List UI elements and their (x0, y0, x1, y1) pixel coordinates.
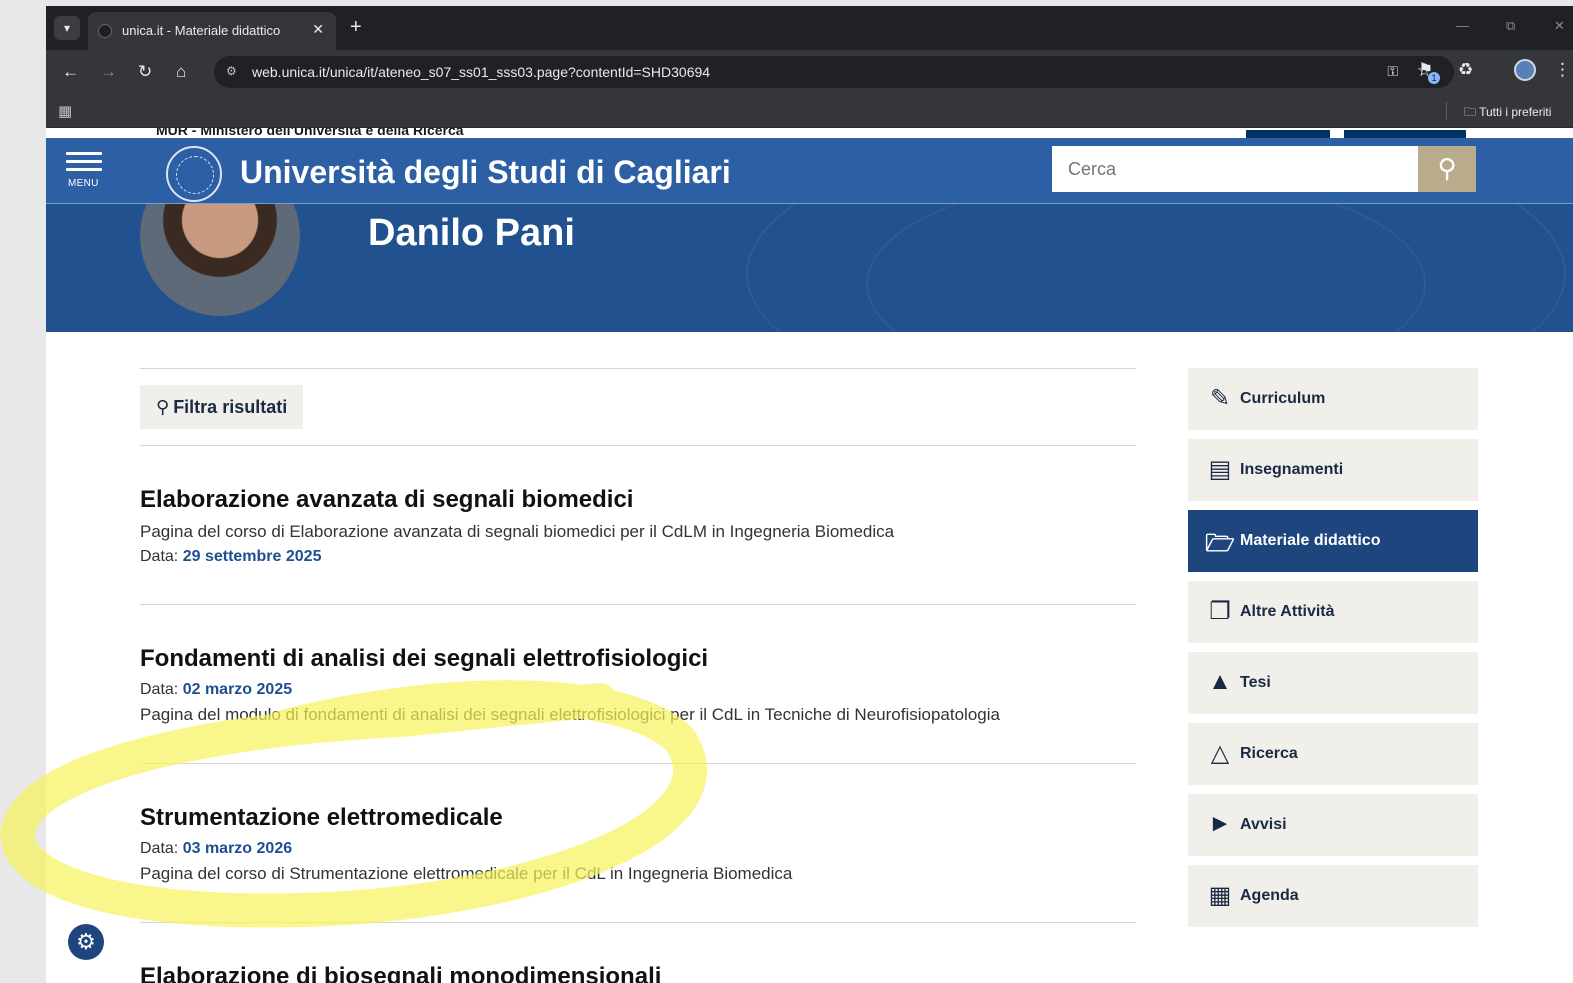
flask-icon: △ (1210, 740, 1230, 767)
extension-badge: 1 (1428, 72, 1440, 84)
back-icon[interactable]: ← (62, 62, 79, 82)
date-value: 03 marzo 2026 (182, 840, 293, 857)
university-seal-logo[interactable] (166, 146, 222, 202)
sidebar-item-altre-attivita[interactable]: ❐ Altre Attività (1188, 581, 1478, 643)
item-description: Pagina del corso di Strumentazione elett… (140, 864, 793, 883)
menu-label: MENU (68, 178, 99, 189)
calendar-icon: ▦ (1208, 882, 1232, 909)
home-icon[interactable]: ⌂ (176, 62, 186, 82)
item-title[interactable]: Elaborazione avanzata di segnali biomedi… (140, 486, 1136, 514)
item-date: Data: 02 marzo 2025 (140, 681, 1136, 699)
minimize-icon[interactable]: — (1456, 18, 1469, 33)
materials-list: ⚲ Filtra risultati Elaborazione avanzata … (140, 368, 1136, 983)
apps-grid-icon[interactable]: ▦ (58, 102, 72, 120)
hamburger-line (66, 152, 102, 155)
date-label: Data: (140, 840, 179, 857)
bookmarks-separator (1446, 102, 1447, 120)
accessibility-settings-button[interactable]: ⚙ (68, 924, 104, 960)
close-tab-icon[interactable]: ✕ (312, 21, 324, 38)
site-header: MENU Università degli Studi di Cagliari … (46, 138, 1573, 204)
sidebar-item-label: Materiale didattico (1240, 532, 1381, 549)
tab-bar: ▾ unica.it - Materiale didattico ✕ + — ⧉… (46, 6, 1573, 50)
item-date: Data: 29 settembre 2025 (140, 548, 1136, 566)
address-bar[interactable]: ⚙ web.unica.it/unica/it/ateneo_s07_ss01_… (214, 56, 1454, 88)
sidebar-item-label: Ricerca (1240, 745, 1298, 762)
date-value: 02 marzo 2025 (182, 681, 293, 698)
university-name[interactable]: Università degli Studi di Cagliari (240, 154, 731, 191)
sidebar-item-tesi[interactable]: ▲ Tesi (1188, 652, 1478, 714)
profile-hero: Danilo Pani (46, 204, 1573, 332)
sidebar-item-label: Agenda (1240, 887, 1299, 904)
filter-label: Filtra risultati (173, 397, 288, 417)
sidebar-item-label: Altre Attività (1240, 603, 1335, 620)
reload-icon[interactable]: ↻ (138, 62, 152, 82)
date-label: Data: (140, 681, 179, 698)
sidebar-item-label: Insegnamenti (1240, 461, 1344, 478)
sidebar-item-insegnamenti[interactable]: ▤ Insegnamenti (1188, 439, 1478, 501)
date-label: Data: (140, 548, 179, 565)
mur-link[interactable]: MUR - Ministero dell'Università e della … (156, 128, 464, 138)
search-button[interactable]: ⚲ (1418, 146, 1476, 192)
search-icon: ⚲ (1437, 153, 1457, 183)
new-tab-icon[interactable]: + (350, 16, 362, 39)
menu-button[interactable]: MENU (66, 152, 102, 189)
divider (140, 368, 1136, 369)
sidebar-item-agenda[interactable]: ▦ Agenda (1188, 865, 1478, 927)
forward-icon[interactable]: → (100, 62, 117, 82)
item-description: Pagina del modulo di fondamenti di anali… (140, 705, 1000, 724)
active-tab[interactable]: unica.it - Materiale didattico ✕ (88, 12, 336, 50)
person-name: Danilo Pani (368, 212, 575, 254)
restore-icon[interactable]: ⧉ (1506, 18, 1515, 34)
profile-photo (140, 204, 300, 316)
bookmarks-bar: ▦ 🗀 Tutti i preferiti (46, 94, 1573, 128)
item-title[interactable]: Fondamenti di analisi dei segnali elettr… (140, 645, 1136, 673)
sidebar-item-ricerca[interactable]: △ Ricerca (1188, 723, 1478, 785)
item-title[interactable]: Strumentazione elettromedicale (140, 804, 1136, 832)
gear-icon: ⚙ (76, 929, 96, 954)
list-item: Fondamenti di analisi dei segnali elettr… (140, 605, 1136, 763)
sidebar-item-label: Tesi (1240, 674, 1271, 691)
extensions-puzzle-icon[interactable]: ♻ (1458, 60, 1473, 80)
seal-watermark-inner (866, 204, 1426, 332)
book-icon: ▤ (1208, 456, 1232, 483)
sidebar-item-materiale-didattico[interactable]: 🗁 Materiale didattico (1188, 510, 1478, 572)
sidebar-item-curriculum[interactable]: ✎ Curriculum (1188, 368, 1478, 430)
graduation-cap-icon: ▲ (1208, 668, 1232, 695)
hamburger-line (66, 160, 102, 163)
search-icon: ⚲ (156, 397, 170, 417)
list-item: Elaborazione avanzata di segnali biomedi… (140, 446, 1136, 604)
folder-open-icon: 🗁 (1205, 530, 1235, 557)
item-title[interactable]: Elaborazione di biosegnali monodimension… (140, 963, 1136, 983)
documents-icon: ❐ (1209, 598, 1231, 625)
browser-window: ▾ unica.it - Materiale didattico ✕ + — ⧉… (46, 6, 1573, 983)
tab-title: unica.it - Materiale didattico (122, 23, 281, 38)
item-description: Pagina del corso di Elaborazione avanzat… (140, 522, 895, 541)
list-item: Elaborazione di biosegnali monodimension… (140, 923, 1136, 983)
all-bookmarks-folder[interactable]: 🗀 Tutti i preferiti (1464, 103, 1551, 124)
hamburger-line (66, 168, 102, 171)
date-value: 29 settembre 2025 (182, 548, 322, 565)
list-item: Strumentazione elettromedicale Data: 03 … (140, 764, 1136, 922)
all-bookmarks-label: Tutti i preferiti (1479, 105, 1552, 119)
tab-search-button[interactable]: ▾ (54, 16, 80, 40)
item-date: Data: 03 marzo 2026 (140, 840, 1136, 858)
search-input[interactable] (1052, 146, 1418, 192)
sidebar-item-label: Avvisi (1240, 816, 1287, 833)
filter-results-button[interactable]: ⚲ Filtra risultati (140, 385, 304, 429)
sidebar-item-avvisi[interactable]: ► Avvisi (1188, 794, 1478, 856)
site-favicon-icon (98, 24, 112, 38)
edit-icon: ✎ (1209, 385, 1231, 412)
profile-sidebar: ✎ Curriculum ▤ Insegnamenti 🗁 Materiale … (1188, 368, 1478, 936)
site-info-icon[interactable]: ⚙ (226, 64, 237, 78)
profile-avatar[interactable] (1514, 59, 1536, 81)
browser-toolbar: ← → ↻ ⌂ ⚙ web.unica.it/unica/it/ateneo_s… (46, 50, 1573, 94)
browser-menu-icon[interactable]: ⋮ (1554, 60, 1571, 80)
close-window-icon[interactable]: ✕ (1554, 18, 1565, 34)
megaphone-icon: ► (1208, 810, 1232, 837)
web-page: MUR - Ministero dell'Università e della … (46, 128, 1573, 983)
url-text: web.unica.it/unica/it/ateneo_s07_ss01_ss… (252, 64, 711, 80)
sidebar-item-label: Curriculum (1240, 390, 1326, 407)
password-key-icon[interactable]: ⚿ (1387, 63, 1398, 80)
